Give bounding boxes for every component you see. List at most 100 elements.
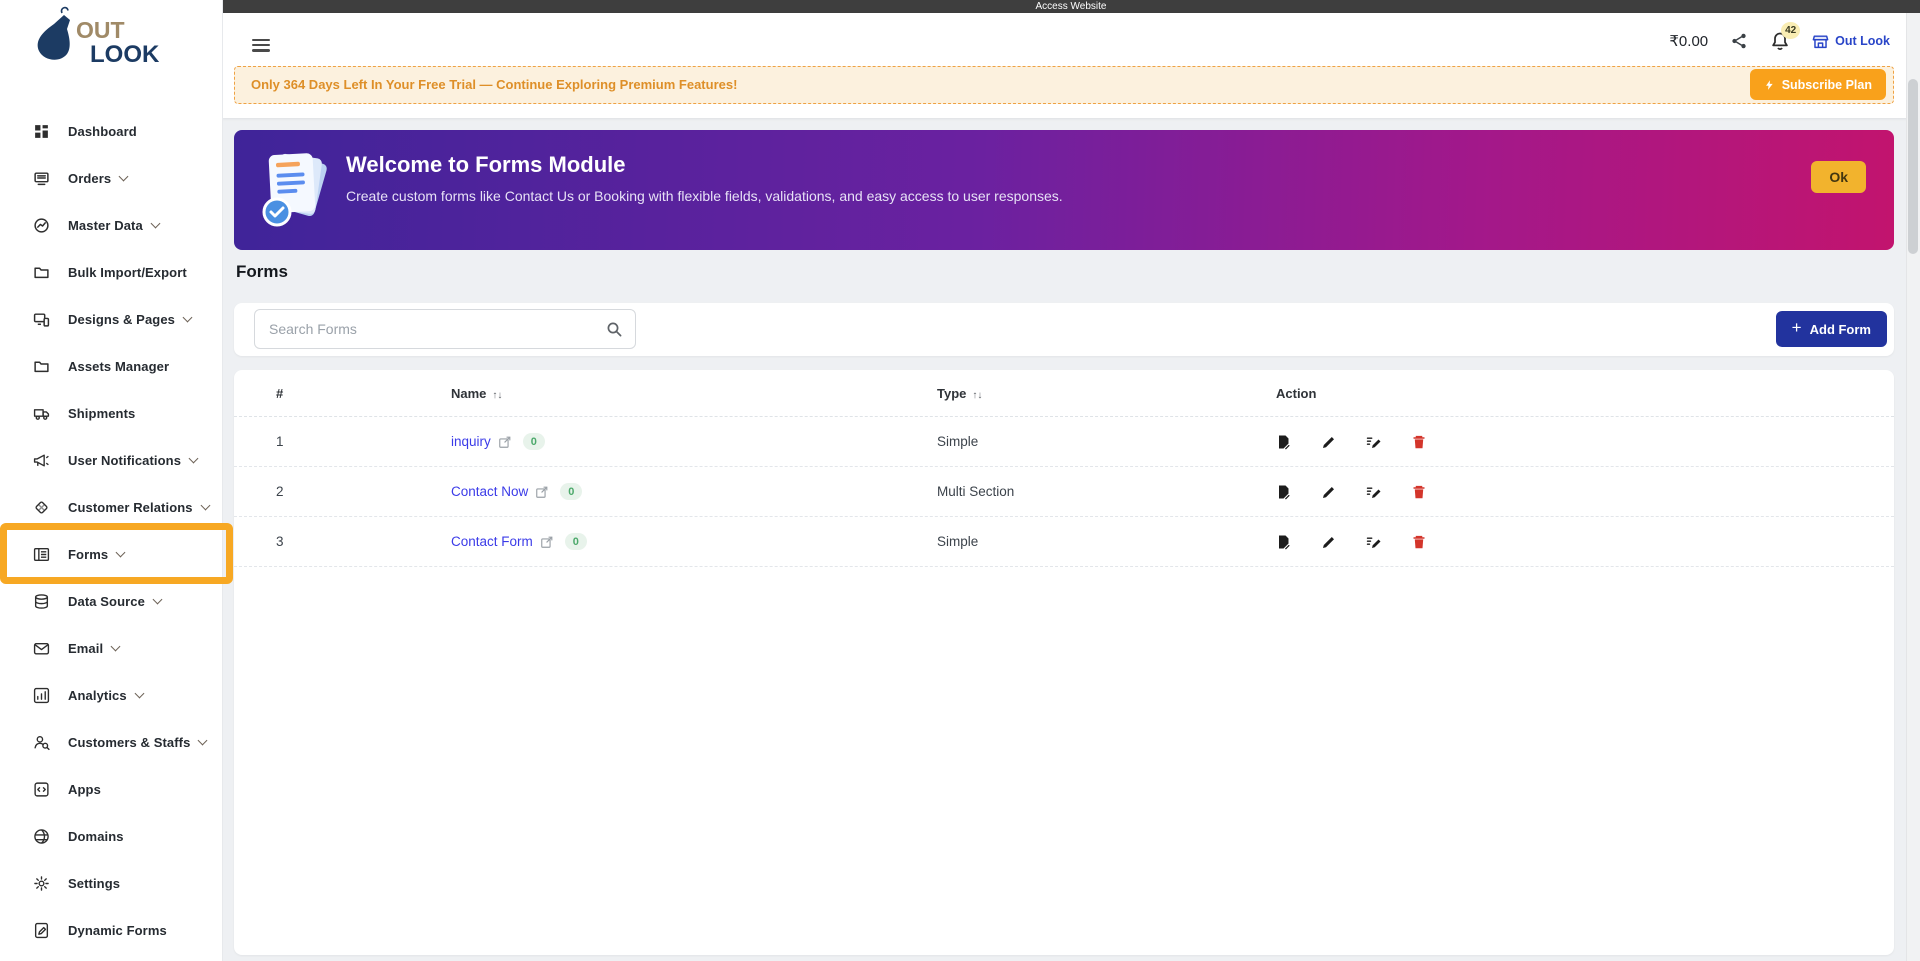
sort-icon[interactable]: ↑↓ (972, 390, 982, 401)
notifications-button[interactable]: 42 (1770, 22, 1801, 51)
truck-icon (33, 405, 50, 422)
document-edit-icon[interactable] (1276, 484, 1292, 500)
page-title: Forms (236, 262, 288, 281)
external-link-icon[interactable] (540, 535, 554, 549)
form-type: Multi Section (937, 484, 1015, 499)
ok-button[interactable]: Ok (1811, 161, 1866, 193)
chevron-down-icon (118, 171, 129, 182)
form-name-link[interactable]: inquiry (451, 434, 491, 449)
trash-icon[interactable] (1411, 484, 1427, 500)
sidebar-item-domains[interactable]: Domains (0, 813, 222, 860)
sidebar-nav: Dashboard Orders Master Data Bulk Import… (0, 108, 222, 954)
pencil-icon[interactable] (1321, 534, 1337, 550)
sidebar-item-label: Master Data (68, 218, 143, 233)
share-icon[interactable] (1730, 32, 1748, 50)
sidebar-item-customers-staffs[interactable]: Customers & Staffs (0, 719, 222, 766)
sidebar-item-settings[interactable]: Settings (0, 860, 222, 907)
welcome-title: Welcome to Forms Module (346, 152, 626, 177)
chevron-down-icon (152, 594, 163, 605)
sidebar-item-label: Customer Relations (68, 500, 193, 515)
sidebar-item-email[interactable]: Email (0, 625, 222, 672)
chevron-down-icon (134, 688, 145, 699)
header: ₹0.00 42 Out Look Only 364 Days Left In … (222, 13, 1920, 118)
trash-icon[interactable] (1411, 434, 1427, 450)
dynamic-forms-icon (33, 922, 50, 939)
chevron-down-icon (110, 641, 121, 652)
megaphone-icon (33, 452, 50, 469)
subscribe-plan-label: Subscribe Plan (1781, 77, 1872, 92)
response-count-badge: 0 (564, 533, 587, 550)
column-header-type[interactable]: Type ↑↓ (937, 386, 1276, 401)
column-header-name[interactable]: Name ↑↓ (451, 386, 937, 401)
sidebar-item-user-notifications[interactable]: User Notifications (0, 437, 222, 484)
apps-icon (33, 781, 50, 798)
sidebar-item-apps[interactable]: Apps (0, 766, 222, 813)
sidebar-item-assets-manager[interactable]: Assets Manager (0, 343, 222, 390)
table-header-row: # Name ↑↓ Type ↑↓ Action (234, 370, 1894, 417)
form-name-link[interactable]: Contact Form (451, 534, 533, 549)
chevron-down-icon (115, 547, 126, 558)
row-actions (1276, 534, 1894, 550)
response-count-badge: 0 (522, 433, 545, 450)
table-row: 1 inquiry 0 Simple (234, 417, 1894, 467)
pencil-icon[interactable] (1321, 484, 1337, 500)
sidebar-item-customer-relations[interactable]: Customer Relations (0, 484, 222, 531)
add-form-button[interactable]: + Add Form (1775, 311, 1887, 347)
add-form-label: Add Form (1809, 321, 1871, 337)
row-index: 2 (276, 484, 284, 499)
search-icon[interactable] (606, 321, 623, 338)
trash-icon[interactable] (1411, 534, 1427, 550)
database-icon (33, 593, 50, 610)
store-button[interactable]: Out Look (1812, 33, 1890, 50)
pencil-lines-icon[interactable] (1366, 484, 1382, 500)
forms-list-icon (33, 546, 50, 563)
sidebar-item-forms[interactable]: Forms (0, 531, 222, 578)
storefront-icon (1812, 34, 1829, 48)
sidebar-item-label: Shipments (68, 406, 136, 421)
sidebar-item-label: Data Source (68, 594, 145, 609)
folder-icon (33, 358, 50, 375)
sidebar-item-bulk-import-export[interactable]: Bulk Import/Export (0, 249, 222, 296)
welcome-banner: Welcome to Forms Module Create custom fo… (234, 130, 1894, 250)
menu-icon[interactable] (252, 39, 270, 52)
response-count-badge: 0 (560, 483, 583, 500)
pencil-lines-icon[interactable] (1366, 434, 1382, 450)
chevron-down-icon (150, 218, 161, 229)
analytics-icon (33, 687, 50, 704)
pencil-lines-icon[interactable] (1366, 534, 1382, 550)
search-input[interactable] (255, 310, 635, 348)
brand-logo[interactable]: OUT LOOK (24, 6, 184, 76)
external-link-icon[interactable] (498, 435, 512, 449)
sidebar-item-orders[interactable]: Orders (0, 155, 222, 202)
sidebar-item-dynamic-forms[interactable]: Dynamic Forms (0, 907, 222, 954)
sidebar-item-shipments[interactable]: Shipments (0, 390, 222, 437)
store-button-label: Out Look (1835, 34, 1890, 48)
sidebar-item-label: Dynamic Forms (68, 923, 167, 938)
sort-icon[interactable]: ↑↓ (492, 390, 502, 401)
chevron-down-icon (188, 453, 199, 464)
sidebar-item-label: Apps (68, 782, 101, 797)
sidebar-item-label: User Notifications (68, 453, 182, 468)
sidebar-item-label: Orders (68, 171, 112, 186)
forms-stack-icon (262, 153, 327, 227)
sidebar-item-master-data[interactable]: Master Data (0, 202, 222, 249)
form-name-link[interactable]: Contact Now (451, 484, 528, 499)
external-link-icon[interactable] (535, 485, 549, 499)
chevron-down-icon (197, 735, 208, 746)
document-edit-icon[interactable] (1276, 434, 1292, 450)
sidebar-item-designs-pages[interactable]: Designs & Pages (0, 296, 222, 343)
scrollbar-thumb[interactable] (1908, 79, 1918, 254)
sidebar-item-analytics[interactable]: Analytics (0, 672, 222, 719)
document-edit-icon[interactable] (1276, 534, 1292, 550)
folder-icon (33, 264, 50, 281)
column-header-index[interactable]: # (276, 386, 451, 401)
brand-word-out: OUT (76, 17, 125, 43)
sidebar-item-dashboard[interactable]: Dashboard (0, 108, 222, 155)
sidebar-item-data-source[interactable]: Data Source (0, 578, 222, 625)
pencil-icon[interactable] (1321, 434, 1337, 450)
scrollbar[interactable] (1906, 13, 1920, 961)
wallet-balance[interactable]: ₹0.00 (1669, 32, 1708, 50)
subscribe-plan-button[interactable]: Subscribe Plan (1749, 69, 1886, 100)
access-website-bar[interactable]: Access Website (222, 0, 1920, 13)
sidebar-item-label: Dashboard (68, 124, 137, 139)
